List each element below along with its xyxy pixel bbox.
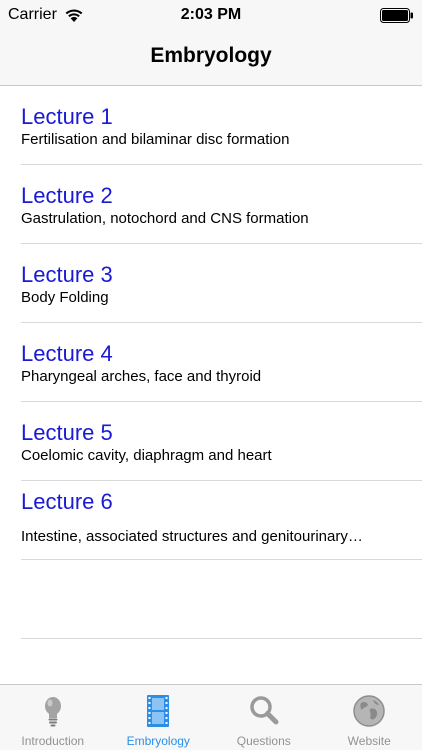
tab-website[interactable]: Website	[317, 685, 422, 750]
tab-questions[interactable]: Questions	[211, 685, 317, 750]
lecture-row-1[interactable]: Lecture 1 Fertilisation and bilaminar di…	[0, 86, 422, 165]
lecture-title: Lecture 2	[21, 183, 113, 208]
lecture-subtitle: Body Folding	[21, 289, 109, 306]
lecture-subtitle: Fertilisation and bilaminar disc formati…	[21, 131, 290, 148]
tab-label: Introduction	[21, 734, 85, 748]
lecture-subtitle: Intestine, associated structures and gen…	[21, 528, 363, 545]
lecture-row-3[interactable]: Lecture 3 Body Folding	[0, 244, 422, 323]
lecture-row-2[interactable]: Lecture 2 Gastrulation, notochord and CN…	[0, 165, 422, 244]
lecture-title: Lecture 6	[21, 489, 113, 514]
lecture-row-5[interactable]: Lecture 5 Coelomic cavity, diaphragm and…	[0, 402, 422, 481]
tab-label: Embryology	[126, 734, 190, 748]
globe-icon	[353, 695, 385, 727]
tab-embryology[interactable]: Embryology	[106, 685, 212, 750]
lecture-subtitle: Gastrulation, notochord and CNS formatio…	[21, 210, 309, 227]
lecture-title: Lecture 4	[21, 341, 113, 366]
tab-label: Questions	[236, 734, 291, 748]
film-icon	[147, 695, 170, 727]
lecture-row-6[interactable]: Lecture 6 Intestine, associated structur…	[0, 481, 422, 560]
lecture-title: Lecture 1	[21, 104, 113, 129]
status-bar: Carrier 2:03 PM	[0, 0, 422, 30]
magnifier-icon	[250, 696, 279, 725]
lightbulb-icon	[44, 697, 61, 727]
empty-row	[0, 560, 422, 639]
tab-bar: Introduction Embryology Questions Websit…	[0, 684, 422, 750]
lecture-title: Lecture 3	[21, 262, 113, 287]
lecture-title: Lecture 5	[21, 420, 113, 445]
lecture-subtitle: Pharyngeal arches, face and thyroid	[21, 368, 262, 385]
clock: 2:03 PM	[180, 6, 242, 23]
tab-label: Website	[347, 734, 391, 748]
navigation-bar: Embryology	[0, 30, 422, 86]
tab-introduction[interactable]: Introduction	[0, 685, 106, 750]
lecture-list: Lecture 1 Fertilisation and bilaminar di…	[0, 86, 422, 639]
battery-icon	[380, 8, 413, 23]
lecture-row-4[interactable]: Lecture 4 Pharyngeal arches, face and th…	[0, 323, 422, 402]
lecture-subtitle: Coelomic cavity, diaphragm and heart	[21, 447, 272, 464]
page-title: Embryology	[150, 44, 272, 67]
